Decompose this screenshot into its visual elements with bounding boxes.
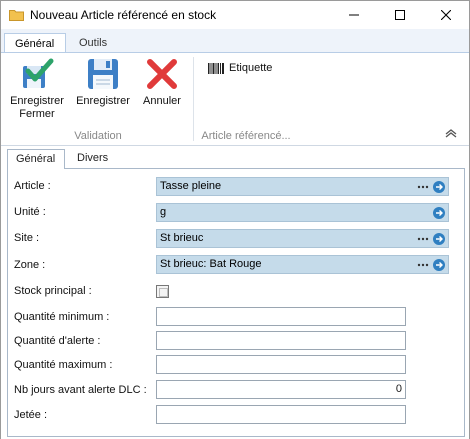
qte-max-field[interactable] xyxy=(156,355,406,374)
maximize-button[interactable] xyxy=(377,1,423,29)
jetee-label: Jetée : xyxy=(14,409,48,421)
cancel-button[interactable]: Annuler xyxy=(139,57,185,108)
tab-divers[interactable]: Divers xyxy=(69,149,116,169)
arrow-right-icon[interactable] xyxy=(433,233,445,245)
nb-jours-dlc-field[interactable]: 0 xyxy=(156,380,406,399)
unite-lookup[interactable]: g xyxy=(156,203,449,222)
cancel-x-icon xyxy=(147,59,177,89)
save-close-button[interactable]: Enregistrer Fermer xyxy=(7,57,67,121)
site-label: Site : xyxy=(14,232,40,244)
group-label-article: Article référencé... xyxy=(201,130,291,142)
cancel-label: Annuler xyxy=(143,95,181,107)
chevron-up-icon[interactable] xyxy=(445,128,457,138)
tab-general[interactable]: Général xyxy=(7,149,65,169)
ellipsis-icon[interactable] xyxy=(417,259,429,271)
minimize-icon xyxy=(349,14,359,16)
window-title: Nouveau Article référencé en stock xyxy=(30,8,217,22)
ribbon-tab-general[interactable]: Général xyxy=(4,33,66,53)
ellipsis-icon[interactable] xyxy=(417,233,429,245)
save-close-icon xyxy=(23,58,54,88)
save-close-label: Enregistrer Fermer xyxy=(10,95,64,120)
minimize-button[interactable] xyxy=(331,1,377,29)
zone-label: Zone : xyxy=(14,259,46,271)
etiquette-button[interactable]: Etiquette xyxy=(208,61,272,75)
close-button[interactable] xyxy=(423,1,469,29)
article-lookup[interactable]: Tasse pleine xyxy=(156,177,449,196)
barcode-icon xyxy=(208,62,224,74)
content-area: Général Divers Article : Tasse pleine Un… xyxy=(1,147,469,439)
title-bar[interactable]: Nouveau Article référencé en stock xyxy=(1,1,469,29)
qte-min-field[interactable] xyxy=(156,307,406,326)
arrow-right-icon[interactable] xyxy=(433,259,445,271)
jetee-field[interactable] xyxy=(156,405,406,424)
site-lookup[interactable]: St brieuc xyxy=(156,229,449,248)
qte-alerte-field[interactable] xyxy=(156,331,406,350)
arrow-right-icon[interactable] xyxy=(433,207,445,219)
unite-label: Unité : xyxy=(14,206,46,218)
stock-principal-checkbox[interactable] xyxy=(156,285,169,298)
save-label: Enregistrer xyxy=(76,95,130,107)
close-icon xyxy=(441,10,451,20)
maximize-icon xyxy=(395,10,405,20)
ribbon-group-separator xyxy=(193,57,194,141)
ribbon-tab-outils[interactable]: Outils xyxy=(69,33,117,53)
article-label: Article : xyxy=(14,180,51,192)
site-value: St brieuc xyxy=(160,232,204,244)
stock-principal-label: Stock principal : xyxy=(14,285,92,297)
folder-icon xyxy=(9,10,24,21)
arrow-right-icon[interactable] xyxy=(433,181,445,193)
dialog-window: Nouveau Article référencé en stock Génér… xyxy=(0,0,470,439)
qte-alerte-label: Quantité d'alerte : xyxy=(14,335,101,347)
floppy-disk-icon xyxy=(88,59,118,89)
zone-lookup[interactable]: St brieuc: Bat Rouge xyxy=(156,255,449,274)
qte-min-label: Quantité minimum : xyxy=(14,311,110,323)
unite-value: g xyxy=(160,206,167,218)
etiquette-label: Etiquette xyxy=(229,62,273,74)
ellipsis-icon[interactable] xyxy=(417,181,429,193)
group-label-validation: Validation xyxy=(74,130,122,142)
qte-max-label: Quantité maximum : xyxy=(14,359,113,371)
save-button[interactable]: Enregistrer xyxy=(73,57,133,108)
ribbon-tab-strip: Général Outils xyxy=(1,29,469,53)
zone-value: St brieuc: Bat Rouge xyxy=(160,258,262,270)
nb-jours-dlc-label: Nb jours avant alerte DLC : xyxy=(14,384,147,396)
ribbon-panel: Enregistrer Fermer Enregistrer Annuler V… xyxy=(1,52,469,146)
article-value: Tasse pleine xyxy=(160,180,222,192)
form-panel: Article : Tasse pleine Unité : g Site : … xyxy=(7,168,465,437)
